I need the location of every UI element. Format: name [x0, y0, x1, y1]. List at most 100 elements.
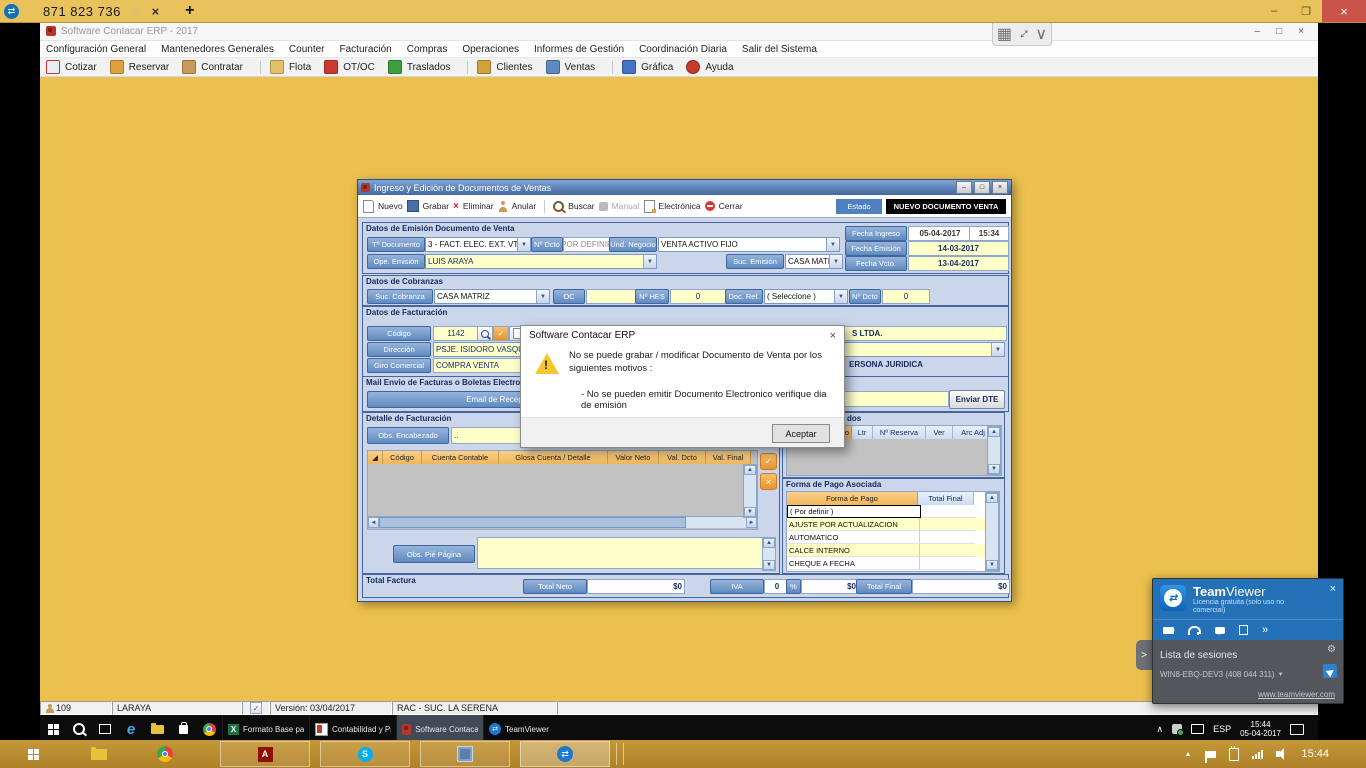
search-icon[interactable]	[553, 201, 564, 212]
eliminar-button[interactable]: Eliminar	[463, 201, 494, 211]
scroll-down-icon[interactable]: ▼	[744, 507, 756, 517]
col-ver[interactable]: Ver	[926, 426, 953, 439]
chevron-down-icon[interactable]: ∨	[1035, 24, 1047, 44]
grabar-button[interactable]: Grabar	[423, 201, 449, 211]
toolbar-ayuda[interactable]: Ayuda	[705, 62, 733, 73]
und-negocio-select[interactable]: VENTA ACTIVO FIJO▼	[658, 237, 840, 252]
obs-pie-field[interactable]	[477, 537, 767, 569]
anular-button[interactable]: Anular	[512, 201, 537, 211]
col-val-dcto[interactable]: Val. Dcto	[659, 451, 706, 464]
scroll-up-icon[interactable]: ▲	[988, 427, 1000, 437]
toolbar-cotizar[interactable]: Cotizar	[65, 62, 97, 73]
scroll-left-icon[interactable]: ◄	[368, 517, 379, 528]
grid-icon[interactable]: ▦	[997, 24, 1012, 44]
host-tray-volume-icon[interactable]	[1276, 751, 1280, 757]
toolbar-otoc[interactable]: OT/OC	[343, 62, 375, 73]
chevron-down-icon[interactable]: ▼	[1278, 672, 1284, 678]
scroll-up-icon[interactable]: ▲	[744, 465, 756, 475]
host-tray-flag-icon[interactable]	[1207, 751, 1216, 758]
flota-icon[interactable]	[270, 60, 284, 74]
col-reserva[interactable]: Nº Reserva	[873, 426, 926, 439]
scroll-right-icon[interactable]: ►	[746, 517, 757, 528]
grafica-icon[interactable]	[622, 60, 636, 74]
contratar-icon[interactable]	[182, 60, 196, 74]
favorite-star-icon[interactable]: ☆	[131, 4, 142, 18]
file-transfer-icon[interactable]	[1239, 625, 1248, 635]
host-start-button[interactable]	[18, 740, 48, 768]
scroll-down-icon[interactable]: ▼	[988, 464, 1000, 474]
remote-taskview-button[interactable]	[92, 715, 118, 743]
col-codigo[interactable]: Código	[383, 451, 422, 464]
menu-operaciones[interactable]: Operaciones	[462, 44, 519, 55]
aceptar-button[interactable]: Aceptar	[772, 424, 830, 443]
toolbar-contratar[interactable]: Contratar	[201, 62, 243, 73]
fecha-emision-field[interactable]: 14-03-2017	[908, 241, 1009, 256]
remote-search-button[interactable]	[66, 715, 92, 743]
gear-icon[interactable]: ⚙	[1327, 644, 1336, 655]
panel-close-icon[interactable]: ×	[1330, 583, 1336, 595]
codigo-field[interactable]: 1142	[433, 326, 479, 341]
ayuda-icon[interactable]	[686, 60, 700, 74]
spin-up-icon[interactable]: ▲	[763, 538, 775, 548]
close-doc-icon[interactable]	[705, 201, 715, 211]
traslados-icon[interactable]	[388, 60, 402, 74]
reservar-icon[interactable]	[110, 60, 124, 74]
asociados-vscrollbar[interactable]: ▲ ▼	[987, 426, 1001, 475]
grid-remove-button[interactable]: ×	[760, 473, 777, 490]
dropdown-arrow-icon[interactable]: ▼	[991, 343, 1004, 356]
audio-icon[interactable]	[1188, 626, 1201, 634]
host-explorer-icon[interactable]	[84, 740, 114, 768]
forma-pago-row[interactable]: AJUSTE POR ACTUALIZACION	[787, 518, 999, 531]
host-app-skype[interactable]: S	[320, 741, 410, 767]
dropdown-arrow-icon[interactable]: ▼	[517, 238, 530, 251]
erp-maximize-icon[interactable]: □	[1276, 26, 1282, 37]
codigo-check-button[interactable]: ✓	[493, 326, 509, 341]
tray-clock[interactable]: 15:4405-04-2017	[1240, 720, 1281, 738]
oc-field[interactable]	[586, 289, 636, 304]
forma-pago-row[interactable]: CALCE INTERNO	[787, 544, 999, 557]
toolbar-traslados[interactable]: Traslados	[407, 62, 451, 73]
connect-button[interactable]	[1323, 664, 1337, 678]
detalle-vscrollbar[interactable]: ▲ ▼	[743, 464, 757, 518]
doc-ref-select[interactable]: ( Seleccione )▼	[764, 289, 848, 304]
col-cuenta[interactable]: Cuenta Contable	[422, 451, 499, 464]
forma-pago-vscrollbar[interactable]: ▲ ▼	[985, 492, 999, 571]
menu-facturacion[interactable]: Facturación	[340, 44, 392, 55]
host-clock[interactable]: 15:44	[1301, 748, 1329, 760]
dialog-close-icon[interactable]: ×	[830, 330, 836, 342]
col-glosa[interactable]: Glosa Cuenta / Detalle	[499, 451, 608, 464]
fecha-vcto-field[interactable]: 13-04-2017	[908, 256, 1009, 271]
host-tray-power-icon[interactable]	[1229, 748, 1239, 761]
ventas-icon[interactable]	[546, 60, 560, 74]
new-tab-button[interactable]: +	[185, 2, 194, 20]
forma-pago-row[interactable]: CHEQUE A FECHA	[787, 557, 999, 570]
toolbar-clientes[interactable]: Clientes	[496, 62, 532, 73]
menu-compras[interactable]: Compras	[407, 44, 448, 55]
menu-salir-sistema[interactable]: Salir del Sistema	[742, 44, 817, 55]
sales-minimize-button[interactable]: –	[956, 181, 972, 194]
col-valor-neto[interactable]: Valor Neto	[608, 451, 659, 464]
tab-close-icon[interactable]: ×	[152, 4, 160, 19]
electronica-icon[interactable]	[644, 200, 655, 213]
scroll-up-icon[interactable]: ▲	[986, 493, 998, 503]
detalle-grid[interactable]: ◢ Código Cuenta Contable Glosa Cuenta / …	[367, 450, 758, 530]
suc-cobranza-select[interactable]: CASA MATRIZ▼	[434, 289, 550, 304]
tipo-doc-select[interactable]: 3 - FACT. ELEC. EXT. VTA.▼	[425, 237, 531, 252]
menu-informes-gestion[interactable]: Informes de Gestión	[534, 44, 624, 55]
session-row[interactable]: WIN8-EBQ-DEV3 (408 044 311) ▼	[1160, 670, 1336, 679]
erp-close-icon[interactable]: ×	[1298, 26, 1304, 37]
new-doc-icon[interactable]	[363, 200, 374, 213]
enviar-dte-button[interactable]: Enviar DTE	[949, 390, 1005, 409]
col-forma-pago[interactable]: Forma de Pago	[787, 492, 918, 505]
detalle-hscrollbar[interactable]: ◄ ►	[368, 516, 757, 528]
dropdown-arrow-icon[interactable]: ▼	[536, 290, 549, 303]
tray-language[interactable]: ESP	[1213, 724, 1231, 734]
scroll-down-icon[interactable]: ▼	[986, 560, 998, 570]
electronica-button[interactable]: Electrónica	[659, 201, 701, 211]
col-total-final[interactable]: Total Final	[918, 492, 974, 505]
host-tray-signal-icon[interactable]	[1252, 750, 1263, 759]
more-icon[interactable]: »	[1262, 624, 1268, 636]
host-tray-chevron-icon[interactable]: ▲	[1185, 751, 1192, 758]
fullscreen-icon[interactable]: ↕	[1015, 25, 1033, 43]
dropdown-arrow-icon[interactable]: ▼	[829, 255, 842, 268]
